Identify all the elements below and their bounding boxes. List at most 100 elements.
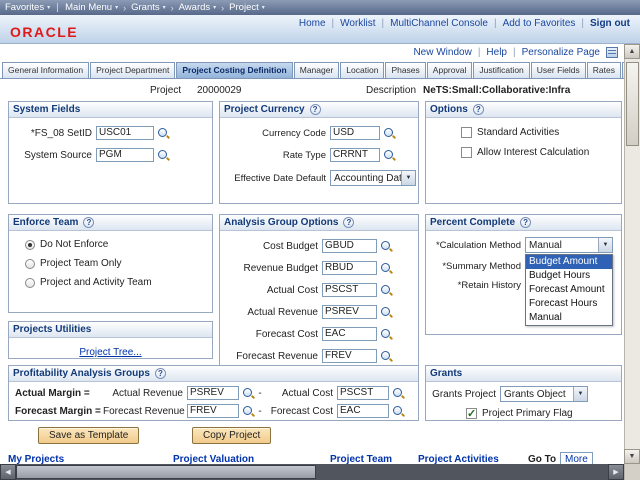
tab-phases[interactable]: Phases bbox=[385, 62, 425, 79]
help-icon[interactable] bbox=[83, 217, 94, 228]
vertical-scrollbar: ▲ ▼ bbox=[624, 44, 640, 464]
grants-project-select[interactable]: Grants Object ▼ bbox=[500, 386, 588, 402]
sign-out-link[interactable]: Sign out bbox=[590, 18, 630, 29]
project-primary-flag-label: Project Primary Flag bbox=[482, 408, 573, 419]
tab-general-information[interactable]: General Information bbox=[2, 62, 89, 79]
help-icon[interactable] bbox=[473, 104, 484, 115]
lookup-icon[interactable] bbox=[383, 149, 396, 162]
setid-input[interactable]: USC01 bbox=[96, 126, 154, 140]
chevron-down-icon: ▾ bbox=[115, 4, 118, 11]
actual-revenue-input[interactable]: PSREV bbox=[322, 305, 377, 319]
lookup-icon[interactable] bbox=[157, 149, 170, 162]
groupbox-header: Project Currency bbox=[220, 102, 418, 118]
project-label: Project bbox=[150, 85, 181, 96]
copy-project-button[interactable]: Copy Project bbox=[192, 427, 271, 444]
rate-type-input[interactable]: CRRNT bbox=[330, 148, 380, 162]
project-and-activity-team-radio[interactable] bbox=[25, 278, 35, 288]
scroll-down-button[interactable]: ▼ bbox=[624, 449, 640, 464]
lookup-icon[interactable] bbox=[242, 405, 255, 418]
standard-activities-checkbox[interactable] bbox=[461, 127, 472, 138]
calculation-method-select[interactable]: Manual ▼ bbox=[525, 237, 613, 253]
multichannel-console-link[interactable]: MultiChannel Console bbox=[390, 18, 488, 29]
help-link[interactable]: Help bbox=[486, 47, 507, 58]
do-not-enforce-radio[interactable] bbox=[25, 240, 35, 250]
dropdown-option-budget-hours[interactable]: Budget Hours bbox=[526, 269, 612, 283]
effective-date-default-select[interactable]: Accounting Date ▼ bbox=[330, 170, 416, 186]
lookup-icon[interactable] bbox=[380, 284, 393, 297]
tab-approval[interactable]: Approval bbox=[427, 62, 473, 79]
minus-sign: - bbox=[255, 388, 265, 399]
actual-cost-input[interactable]: PSCST bbox=[322, 283, 377, 297]
breadcrumb: Favorites ▾ Main Menu ▾ Grants ▾ Awards … bbox=[0, 0, 640, 15]
help-icon[interactable] bbox=[155, 368, 166, 379]
forecast-revenue-input[interactable]: FREV bbox=[187, 404, 239, 418]
horizontal-scrollbar-thumb[interactable] bbox=[16, 465, 316, 479]
scroll-left-button[interactable]: ◀ bbox=[0, 464, 16, 480]
tab-location[interactable]: Location bbox=[340, 62, 384, 79]
tab-user-fields[interactable]: User Fields bbox=[531, 62, 586, 79]
chevron-down-icon: ▾ bbox=[47, 4, 50, 11]
calculation-method-label: *Calculation Method bbox=[428, 240, 525, 251]
lookup-icon[interactable] bbox=[392, 405, 405, 418]
page-action-bar: New Window Help Personalize Page bbox=[0, 44, 624, 61]
worklist-link[interactable]: Worklist bbox=[340, 18, 375, 29]
actual-cost-input[interactable]: PSCST bbox=[337, 386, 389, 400]
project-primary-flag-checkbox[interactable] bbox=[466, 408, 477, 419]
breadcrumb-grants[interactable]: Grants ▾ bbox=[131, 2, 166, 13]
personalize-layout-icon[interactable] bbox=[606, 47, 618, 58]
personalize-page-link[interactable]: Personalize Page bbox=[522, 47, 600, 58]
grants-project-label: Grants Project bbox=[428, 389, 500, 400]
lookup-icon[interactable] bbox=[383, 127, 396, 140]
lookup-icon[interactable] bbox=[380, 240, 393, 253]
help-icon[interactable] bbox=[343, 217, 354, 228]
dropdown-option-forecast-hours[interactable]: Forecast Hours bbox=[526, 297, 612, 311]
forecast-cost-input[interactable]: EAC bbox=[337, 404, 389, 418]
dropdown-option-forecast-amount[interactable]: Forecast Amount bbox=[526, 283, 612, 297]
lookup-icon[interactable] bbox=[392, 387, 405, 400]
lookup-icon[interactable] bbox=[242, 387, 255, 400]
scroll-up-button[interactable]: ▲ bbox=[624, 44, 640, 59]
vertical-scrollbar-thumb[interactable] bbox=[626, 62, 639, 146]
standard-activities-label: Standard Activities bbox=[477, 127, 559, 138]
chevron-down-icon: ▼ bbox=[598, 238, 612, 252]
actual-revenue-input[interactable]: PSREV bbox=[187, 386, 239, 400]
lookup-icon[interactable] bbox=[380, 262, 393, 275]
divider bbox=[513, 47, 516, 58]
favorites-menu[interactable]: Favorites ▾ bbox=[5, 2, 50, 13]
tab-rates[interactable]: Rates bbox=[587, 62, 621, 79]
forecast-cost-input[interactable]: EAC bbox=[322, 327, 377, 341]
dropdown-option-budget-amount[interactable]: Budget Amount bbox=[526, 255, 612, 269]
tab-manager[interactable]: Manager bbox=[294, 62, 340, 79]
lookup-icon[interactable] bbox=[157, 127, 170, 140]
tab-project-costing-definition[interactable]: Project Costing Definition bbox=[176, 62, 292, 79]
system-source-input[interactable]: PGM bbox=[96, 148, 154, 162]
forecast-revenue-input[interactable]: FREV bbox=[322, 349, 377, 363]
chevron-down-icon: ▼ bbox=[401, 171, 415, 185]
dropdown-option-manual[interactable]: Manual bbox=[526, 311, 612, 325]
lookup-icon[interactable] bbox=[380, 328, 393, 341]
breadcrumb-project[interactable]: Project ▾ bbox=[229, 2, 265, 13]
help-icon[interactable] bbox=[310, 104, 321, 115]
project-team-only-radio[interactable] bbox=[25, 259, 35, 269]
tab-project-department[interactable]: Project Department bbox=[90, 62, 175, 79]
breadcrumb-separator bbox=[171, 3, 174, 13]
new-window-link[interactable]: New Window bbox=[413, 47, 471, 58]
lookup-icon[interactable] bbox=[380, 306, 393, 319]
lookup-icon[interactable] bbox=[380, 350, 393, 363]
divider bbox=[382, 18, 385, 29]
currency-code-input[interactable]: USD bbox=[330, 126, 380, 140]
tab-justification[interactable]: Justification bbox=[473, 62, 529, 79]
scroll-right-button[interactable]: ▶ bbox=[608, 464, 624, 480]
home-link[interactable]: Home bbox=[299, 18, 326, 29]
help-icon[interactable] bbox=[520, 217, 531, 228]
breadcrumb-main-menu[interactable]: Main Menu ▾ bbox=[65, 2, 118, 13]
horizontal-scrollbar: ◀ ▶ bbox=[0, 464, 624, 480]
save-as-template-button[interactable]: Save as Template bbox=[38, 427, 139, 444]
allow-interest-calculation-checkbox[interactable] bbox=[461, 147, 472, 158]
project-tree-link[interactable]: Project Tree... bbox=[79, 347, 141, 358]
breadcrumb-awards[interactable]: Awards ▾ bbox=[179, 2, 217, 13]
revenue-budget-input[interactable]: RBUD bbox=[322, 261, 377, 275]
cost-budget-input[interactable]: GBUD bbox=[322, 239, 377, 253]
groupbox-header: Grants bbox=[426, 366, 621, 382]
add-to-favorites-link[interactable]: Add to Favorites bbox=[503, 18, 576, 29]
